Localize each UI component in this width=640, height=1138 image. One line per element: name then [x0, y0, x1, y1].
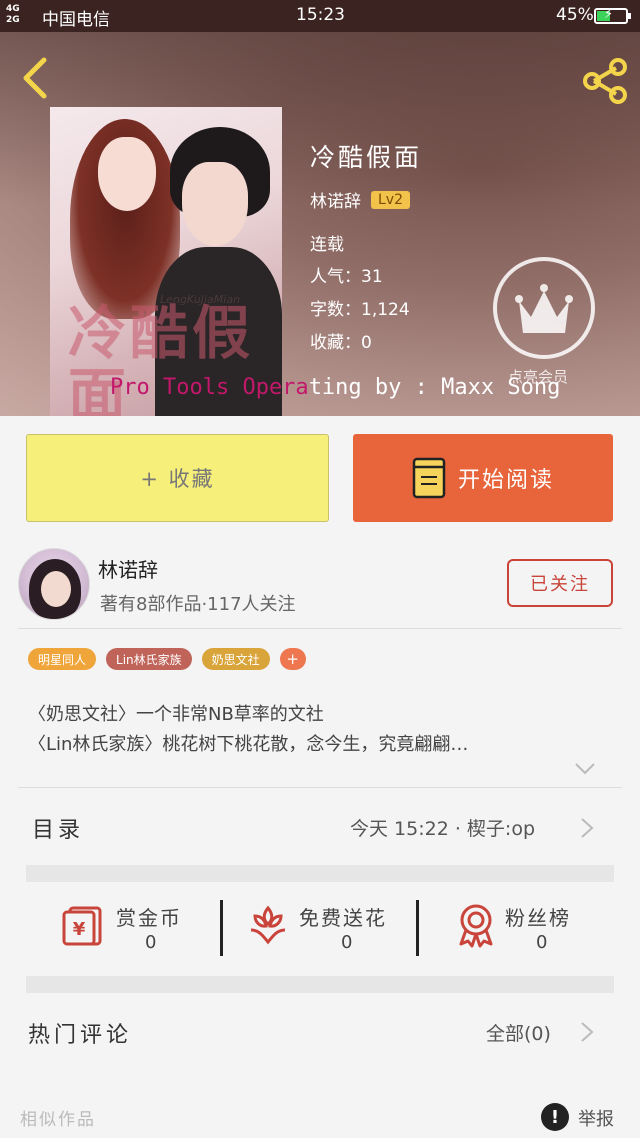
author-avatar[interactable] — [18, 548, 90, 620]
all-comments-link[interactable]: 全部(0) — [486, 1019, 551, 1046]
author-name[interactable]: 林诺辞 — [98, 554, 158, 583]
table-of-contents-row[interactable]: 目录 今天 15:22 · 楔子:op — [0, 790, 640, 865]
book-status: 连载 — [310, 235, 344, 255]
book-favorites: 收藏：0 — [310, 333, 372, 353]
tag-lin-family[interactable]: Lin林氏家族 — [106, 648, 192, 670]
share-icon — [583, 58, 627, 104]
reward-count: 0 — [341, 932, 353, 953]
level-badge: Lv2 — [371, 190, 410, 209]
battery-percent: 45% — [556, 5, 594, 25]
red-envelope-icon: ¥ — [62, 906, 102, 946]
medal-icon — [459, 904, 493, 948]
reward-label: 赏金币 — [116, 906, 182, 930]
chevron-right-icon — [581, 818, 594, 838]
tag-list: 明星同人 Lin林氏家族 奶思文社 + — [28, 648, 306, 670]
book-word-count: 字数：1,124 — [310, 300, 410, 320]
book-author[interactable]: 林诺辞 — [310, 187, 361, 212]
start-reading-label: 开始阅读 — [457, 468, 554, 493]
book-header: 冷酷假面 LengKuJiaMian 冷酷假面 林诺辞 Lv2 连载 人气：31… — [0, 32, 640, 416]
author-stats: 著有8部作品·117人关注 — [100, 594, 296, 615]
watermark: Pro Tools Operating by : Maxx Song — [110, 375, 561, 400]
intro-line: 〈Lin林氏家族〉桃花树下桃花散，念今生，究竟翩翩… — [28, 734, 469, 755]
similar-works-heading: 相似作品 — [20, 1110, 96, 1130]
flower-icon — [250, 905, 286, 945]
report-button[interactable]: 举报 — [578, 1105, 614, 1131]
divider — [18, 787, 622, 788]
send-flower-button[interactable]: 免费送花 0 — [223, 882, 416, 976]
back-button[interactable] — [14, 54, 54, 102]
intro-line: 〈奶思文社〉一个非常NB草率的文社 — [28, 704, 324, 725]
reward-count: 0 — [536, 932, 548, 953]
book-cover[interactable]: 冷酷假面 LengKuJiaMian — [50, 107, 282, 416]
crown-icon — [515, 284, 573, 333]
divider — [18, 628, 622, 629]
hot-comments-row[interactable]: 热门评论 全部(0) — [0, 993, 640, 1073]
chevron-right-icon — [581, 1022, 594, 1042]
tag-naisi-club[interactable]: 奶思文社 — [201, 648, 270, 670]
bottom-bar: 相似作品 ! 举报 — [0, 1073, 640, 1138]
battery-icon: ⚡ — [594, 7, 631, 24]
vip-button[interactable] — [493, 257, 595, 359]
book-popularity: 人气：31 — [310, 267, 383, 287]
tag-celebrity-fanfic[interactable]: 明星同人 — [28, 648, 97, 670]
share-button[interactable] — [580, 56, 630, 106]
action-bar: + 收藏 开始阅读 — [0, 416, 640, 540]
author-card: 林诺辞 著有8部作品·117人关注 已关注 明星同人 Lin林氏家族 奶思文社 … — [0, 540, 640, 790]
status-bar: 4G 2G 中国电信 15:23 45% ⚡ — [0, 0, 640, 32]
section-separator — [26, 865, 614, 882]
cover-signature: LengKuJiaMian — [160, 293, 241, 306]
fan-ranking-button[interactable]: 粉丝榜 0 — [419, 882, 640, 976]
svg-text:¥: ¥ — [73, 919, 86, 940]
chevron-left-icon — [23, 57, 47, 99]
book-icon — [412, 457, 446, 499]
toc-last-update: 今天 15:22 · 楔子:op — [350, 818, 535, 840]
reward-count: 0 — [145, 932, 157, 953]
section-separator — [26, 976, 614, 993]
reward-label: 粉丝榜 — [505, 906, 571, 930]
add-tag-button[interactable]: + — [279, 648, 306, 670]
follow-button[interactable]: 已关注 — [507, 559, 613, 607]
clock: 15:23 — [296, 5, 345, 25]
network-indicator: 4G 2G — [6, 4, 20, 25]
collect-button[interactable]: + 收藏 — [26, 434, 329, 522]
toc-title: 目录 — [32, 818, 85, 843]
reward-row: ¥ 赏金币 0 免费送花 0 粉丝榜 0 — [0, 882, 640, 976]
start-reading-button[interactable]: 开始阅读 — [353, 434, 613, 522]
book-author-row: 林诺辞 Lv2 — [310, 187, 410, 212]
author-intro: 〈奶思文社〉一个非常NB草率的文社 〈Lin林氏家族〉桃花树下桃花散，念今生，究… — [28, 700, 468, 760]
hot-comments-title: 热门评论 — [28, 1023, 133, 1048]
reward-label: 免费送花 — [299, 906, 387, 930]
expand-chevron-down-icon[interactable] — [574, 762, 596, 776]
report-icon[interactable]: ! — [541, 1103, 569, 1131]
charging-icon: ⚡ — [604, 7, 614, 22]
reward-coins-button[interactable]: ¥ 赏金币 0 — [0, 882, 220, 976]
carrier-name: 中国电信 — [42, 10, 110, 30]
book-title: 冷酷假面 — [310, 143, 423, 172]
